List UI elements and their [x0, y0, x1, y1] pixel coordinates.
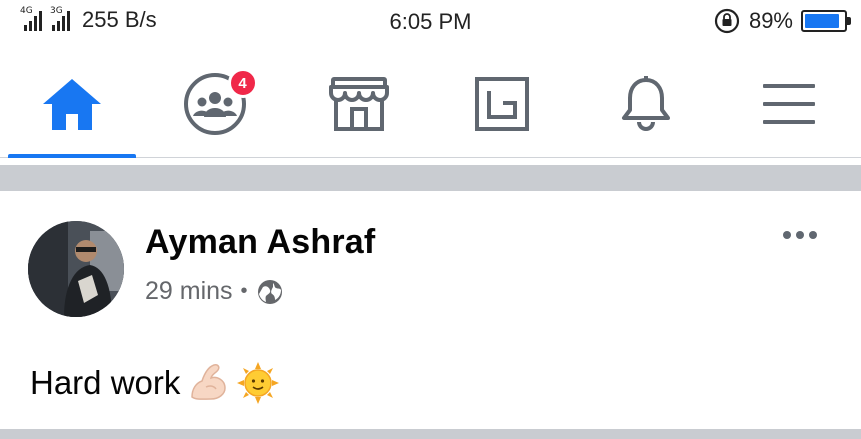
battery-fill	[805, 14, 839, 28]
author-name[interactable]: Ayman Ashraf	[145, 223, 375, 262]
status-bar: 4G 3G 255 B/s 6:05 PM 89%	[0, 0, 861, 44]
home-icon	[42, 79, 101, 130]
post-meta: 29 mins •	[145, 277, 284, 306]
bell-icon	[621, 76, 670, 131]
rotation-lock-icon	[714, 8, 740, 34]
tab-marketplace[interactable]	[287, 50, 431, 158]
tab-notifications[interactable]	[574, 50, 718, 158]
groups-notification-badge: 4	[227, 68, 258, 98]
meta-separator: •	[240, 280, 248, 302]
active-tab-indicator	[8, 154, 136, 158]
status-right: 89%	[713, 7, 851, 35]
more-dot	[809, 231, 817, 239]
gaming-icon	[475, 77, 530, 131]
more-dot	[783, 231, 791, 239]
feed-post: Ayman Ashraf 29 mins • Hard work	[0, 191, 861, 429]
battery-tip	[847, 17, 851, 25]
post-timestamp[interactable]: 29 mins	[145, 277, 233, 306]
sun-with-face-emoji	[237, 362, 280, 404]
hamburger-menu-icon	[763, 84, 816, 124]
tab-home[interactable]	[0, 50, 144, 158]
more-dot	[796, 231, 804, 239]
author-avatar[interactable]	[28, 221, 124, 317]
tab-groups[interactable]: 4	[144, 50, 288, 158]
post-options-button[interactable]	[783, 231, 817, 239]
tab-gaming[interactable]	[431, 50, 575, 158]
feed-separator	[0, 165, 861, 191]
battery-percent: 89%	[748, 8, 793, 33]
feed-separator-bottom	[0, 429, 861, 439]
avatar-photo	[28, 221, 124, 317]
tab-menu[interactable]	[718, 50, 861, 158]
globe-icon[interactable]	[256, 278, 284, 306]
marketplace-icon	[328, 77, 389, 131]
post-body: Hard work	[30, 361, 280, 405]
battery-icon	[801, 10, 851, 32]
tab-bar: 4	[0, 50, 861, 158]
flexed-biceps-emoji	[191, 364, 227, 400]
post-text: Hard work	[30, 364, 181, 401]
